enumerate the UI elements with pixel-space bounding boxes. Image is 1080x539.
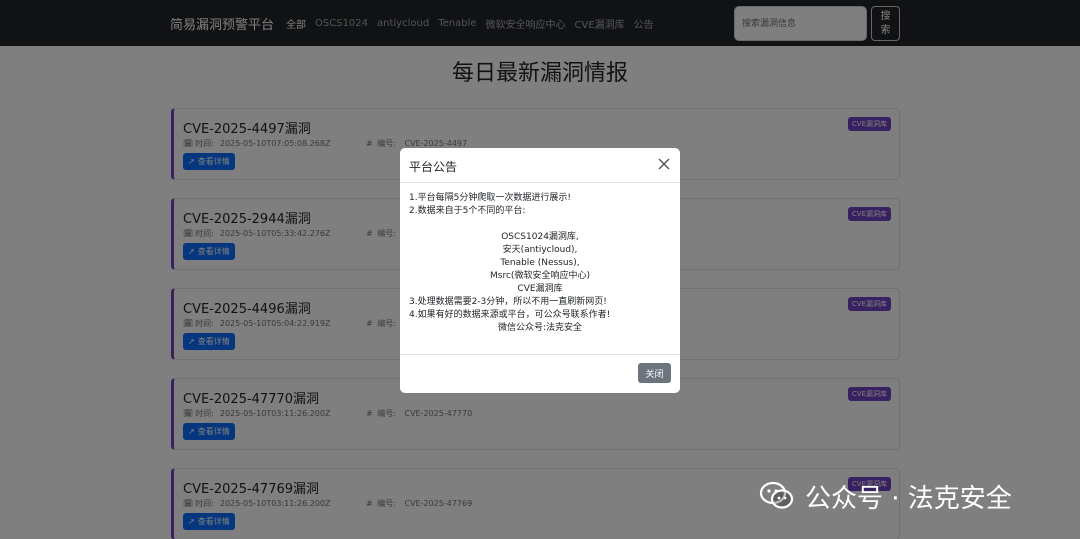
close-icon[interactable] [656, 156, 672, 172]
notice-contact-line: 微信公众号:法克安全 [497, 323, 583, 333]
modal-title: 平台公告 [409, 160, 458, 174]
notice-line: 2.数据来自于5个不同的平台: [409, 206, 526, 216]
modal-body: 1.平台每隔5分钟爬取一次数据进行展示! 2.数据来自于5个不同的平台: OSC… [400, 183, 680, 355]
notice-source-line: CVE漏洞库 [517, 284, 563, 294]
modal-header: 平台公告 [400, 148, 680, 183]
announcement-modal: 平台公告 1.平台每隔5分钟爬取一次数据进行展示! 2.数据来自于5个不同的平台… [400, 148, 680, 393]
notice-source-line: 安天(antiycloud), [502, 245, 578, 255]
watermark-text: 公众号 · 法克安全 [805, 483, 1012, 514]
notice-line: 4.如果有好的数据来源或平台，可公众号联系作者! [409, 310, 611, 320]
modal-close-button[interactable]: 关闭 [638, 363, 671, 383]
notice-source-line: OSCS1024漏洞库, [501, 232, 579, 242]
notice-source-line: Msrc(微软安全响应中心) [490, 271, 590, 281]
notice-source-line: Tenable (Nessus), [500, 258, 580, 268]
notice-line: 3.处理数据需要2-3分钟，所以不用一直刷新网页! [409, 297, 607, 307]
watermark: 公众号 · 法克安全 [757, 476, 1012, 516]
notice-line: 1.平台每隔5分钟爬取一次数据进行展示! [409, 193, 571, 203]
notice-spacer [409, 218, 671, 231]
wechat-icon [759, 481, 794, 509]
